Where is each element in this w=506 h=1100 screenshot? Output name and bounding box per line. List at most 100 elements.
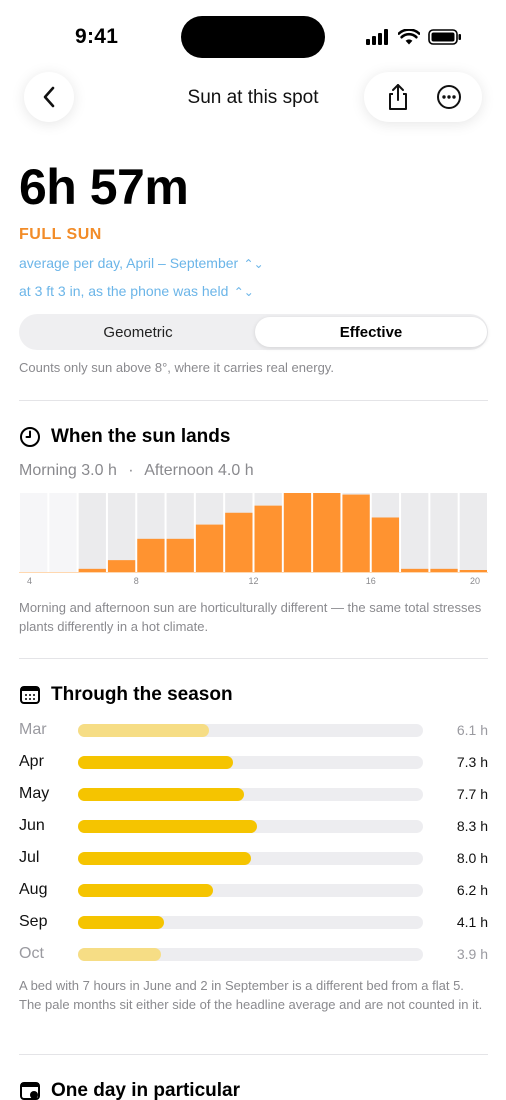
- height-label: at 3 ft 3 in, as the phone was held: [19, 283, 229, 299]
- season-row: Aug 6.2 h: [19, 879, 488, 901]
- season-row: Oct 3.9 h: [19, 943, 488, 965]
- calendar-icon: [20, 686, 40, 704]
- cellular-signal-icon: [366, 29, 388, 45]
- mode-segmented-control: Geometric Effective: [19, 314, 488, 350]
- when-note: Morning and afternoon sun are horticultu…: [19, 600, 482, 634]
- chart-hour-background: [78, 493, 106, 572]
- chevron-up-down-icon: ⌃⌄: [240, 257, 264, 271]
- month-hours: 6.2 h: [456, 882, 488, 898]
- month-bar-track: [78, 723, 423, 737]
- divider: [19, 1054, 488, 1055]
- morning-afternoon-summary: Morning 3.0 h · Afternoon 4.0 h: [19, 462, 254, 480]
- month-bar-track: [78, 819, 423, 833]
- chart-bar: [283, 493, 312, 572]
- separator: ·: [128, 462, 134, 479]
- month-hours: 7.3 h: [456, 754, 488, 770]
- season-row: Mar 6.1 h: [19, 719, 488, 741]
- wifi-icon: [398, 29, 420, 45]
- clock-icon: [20, 427, 40, 447]
- chevron-up-down-icon: ⌃⌄: [230, 285, 254, 299]
- month-hours: 4.1 h: [456, 914, 488, 930]
- month-bar-track: [78, 947, 423, 961]
- chart-bar: [78, 568, 106, 572]
- sun-duration: 6h 57m: [19, 159, 189, 215]
- month-label: Apr: [19, 753, 44, 770]
- status-time: 9:41: [75, 25, 119, 48]
- chart-bar: [401, 568, 429, 572]
- month-bar-track: [78, 851, 423, 865]
- month-hours: 6.1 h: [456, 722, 488, 738]
- day-section-title: One day in particular: [51, 1080, 240, 1100]
- season-row: Sep 4.1 h: [19, 911, 488, 933]
- chart-bar: [313, 493, 341, 572]
- morning-hours: Morning 3.0 h: [19, 462, 117, 479]
- season-section-header: Through the season: [19, 684, 233, 706]
- month-hours: 8.3 h: [456, 818, 488, 834]
- month-label: Jul: [19, 849, 40, 866]
- chart-hour-background: [49, 493, 77, 572]
- more-button[interactable]: [431, 79, 467, 115]
- month-bar-fill: [78, 819, 258, 833]
- day-section-header: One day in particular: [19, 1080, 240, 1100]
- period-selector[interactable]: average per day, April – September ⌃⌄: [19, 255, 264, 271]
- month-label: Mar: [19, 721, 47, 738]
- chart-bar: [371, 517, 400, 572]
- chart-tick-label: 16: [366, 576, 376, 586]
- chart-tick-label: 12: [248, 576, 258, 586]
- divider: [19, 658, 488, 659]
- sun-category: FULL SUN: [19, 226, 102, 243]
- chart-tick-label: 20: [470, 576, 480, 586]
- mode-geometric[interactable]: Geometric: [22, 317, 254, 347]
- when-section-header: When the sun lands: [19, 426, 230, 448]
- month-bar-track: [78, 755, 423, 769]
- month-bar-fill: [78, 883, 213, 897]
- calendar-day-icon: [20, 1082, 40, 1100]
- month-bar-track: [78, 787, 423, 801]
- chart-bar: [166, 538, 194, 572]
- month-hours: 7.7 h: [456, 786, 488, 802]
- divider: [19, 400, 488, 401]
- dynamic-island: [181, 16, 325, 58]
- season-note: A bed with 7 hours in June and 2 in Sept…: [19, 978, 483, 1012]
- month-bar-track: [78, 915, 423, 929]
- mode-note: Counts only sun above 8°, where it carri…: [19, 360, 334, 375]
- season-row: Apr 7.3 h: [19, 751, 488, 773]
- month-label: Sep: [19, 913, 48, 930]
- chart-bar: [137, 538, 165, 572]
- status-bar: 9:41: [0, 0, 506, 74]
- month-bar-fill: [78, 915, 165, 929]
- season-section-title: Through the season: [51, 684, 233, 705]
- chart-hour-background: [459, 493, 487, 572]
- season-row: Jun 8.3 h: [19, 815, 488, 837]
- battery-icon: [428, 29, 461, 45]
- chart-tick-label: 4: [27, 576, 32, 586]
- season-row: May 7.7 h: [19, 783, 488, 805]
- when-section-title: When the sun lands: [51, 426, 231, 447]
- share-button[interactable]: [380, 79, 416, 115]
- chart-bar: [342, 494, 370, 572]
- month-bar-fill: [78, 787, 244, 801]
- chart-hour-background: [430, 493, 458, 572]
- nav-actions: [364, 72, 482, 122]
- chart-bar: [195, 524, 224, 572]
- month-label: May: [19, 785, 50, 802]
- chart-bar: [459, 570, 487, 572]
- chart-bar: [254, 505, 282, 572]
- mode-effective[interactable]: Effective: [255, 317, 487, 347]
- chart-hour-background: [20, 493, 48, 572]
- chart-bar: [225, 512, 253, 572]
- height-selector[interactable]: at 3 ft 3 in, as the phone was held ⌃⌄: [19, 283, 254, 299]
- month-bar-fill: [78, 723, 210, 737]
- chart-hour-background: [401, 493, 429, 572]
- more-icon: [436, 85, 461, 109]
- month-hours: 8.0 h: [456, 850, 488, 866]
- month-bar-fill: [78, 947, 161, 961]
- chart-bar: [107, 560, 136, 572]
- month-bar-track: [78, 883, 423, 897]
- month-bar-fill: [78, 851, 251, 865]
- month-label: Aug: [19, 881, 48, 898]
- hourly-sun-chart: 4 8 12 16 20: [19, 493, 488, 586]
- month-label: Jun: [19, 817, 45, 834]
- period-label: average per day, April – September: [19, 255, 239, 271]
- share-icon: [388, 84, 407, 110]
